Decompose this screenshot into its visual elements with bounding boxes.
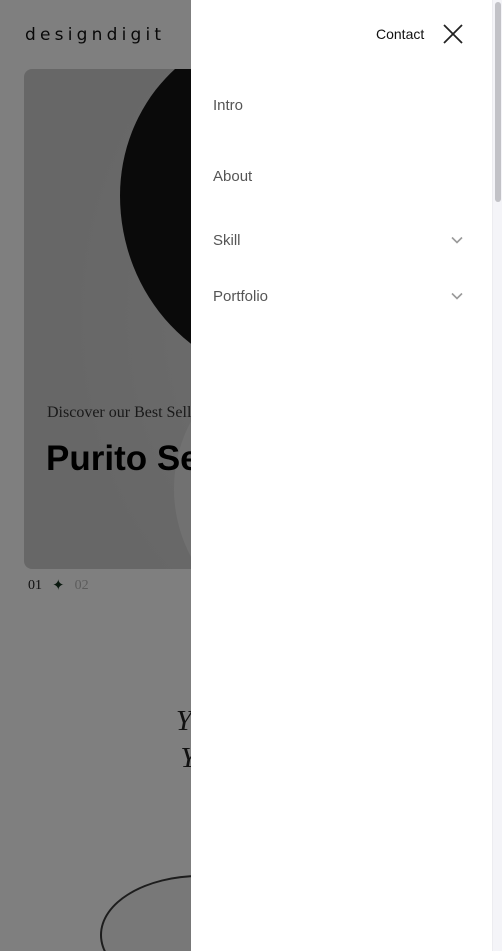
nav-item-skill[interactable]: Skill (213, 225, 463, 255)
nav-item-label: Portfolio (213, 287, 269, 305)
scrollbar-thumb[interactable] (495, 2, 501, 202)
nav-item-label: Intro (213, 96, 244, 114)
nav-item-about[interactable]: About (213, 161, 463, 191)
nav-item-intro[interactable]: Intro (213, 90, 463, 120)
navigation-drawer: Contact Intro About Skill Portfolio (191, 0, 502, 951)
contact-link[interactable]: Contact (376, 26, 424, 42)
nav-item-portfolio[interactable]: Portfolio (213, 281, 463, 311)
chevron-down-icon[interactable] (451, 292, 463, 300)
nav-item-label: About (213, 167, 253, 185)
close-icon (443, 24, 463, 44)
close-button[interactable] (441, 22, 465, 46)
chevron-down-icon[interactable] (451, 236, 463, 244)
nav-item-label: Skill (213, 231, 241, 249)
scrollbar[interactable] (492, 0, 502, 951)
